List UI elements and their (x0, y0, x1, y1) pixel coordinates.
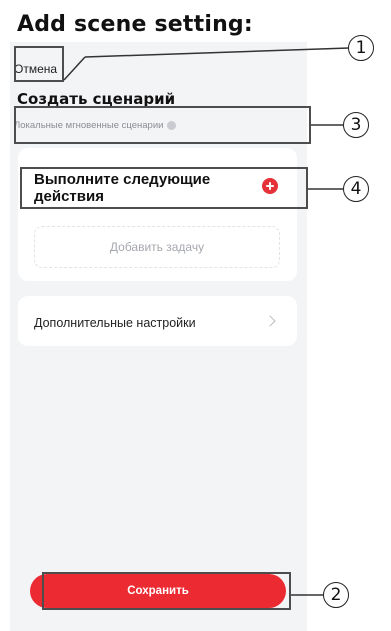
annotation-box-4 (20, 167, 308, 209)
annotation-number-3: 3 (350, 115, 362, 135)
page-heading: Add scene setting: (17, 12, 253, 37)
annotation-number-2: 2 (330, 585, 342, 605)
annotation-box-3 (14, 106, 311, 144)
annotation-box-2 (42, 572, 291, 610)
additional-settings-label: Дополнительные настройки (34, 316, 196, 330)
annotation-marker-1: 1 (348, 35, 374, 61)
annotation-number-1: 1 (355, 38, 367, 58)
annotation-marker-3: 3 (343, 112, 369, 138)
add-task-label: Добавить задачу (109, 240, 205, 254)
annotation-number-4: 4 (350, 179, 362, 199)
annotation-marker-4: 4 (343, 176, 369, 202)
add-task-button[interactable]: Добавить задачу (34, 226, 280, 268)
annotation-box-1 (14, 46, 64, 82)
annotation-marker-2: 2 (323, 582, 349, 608)
